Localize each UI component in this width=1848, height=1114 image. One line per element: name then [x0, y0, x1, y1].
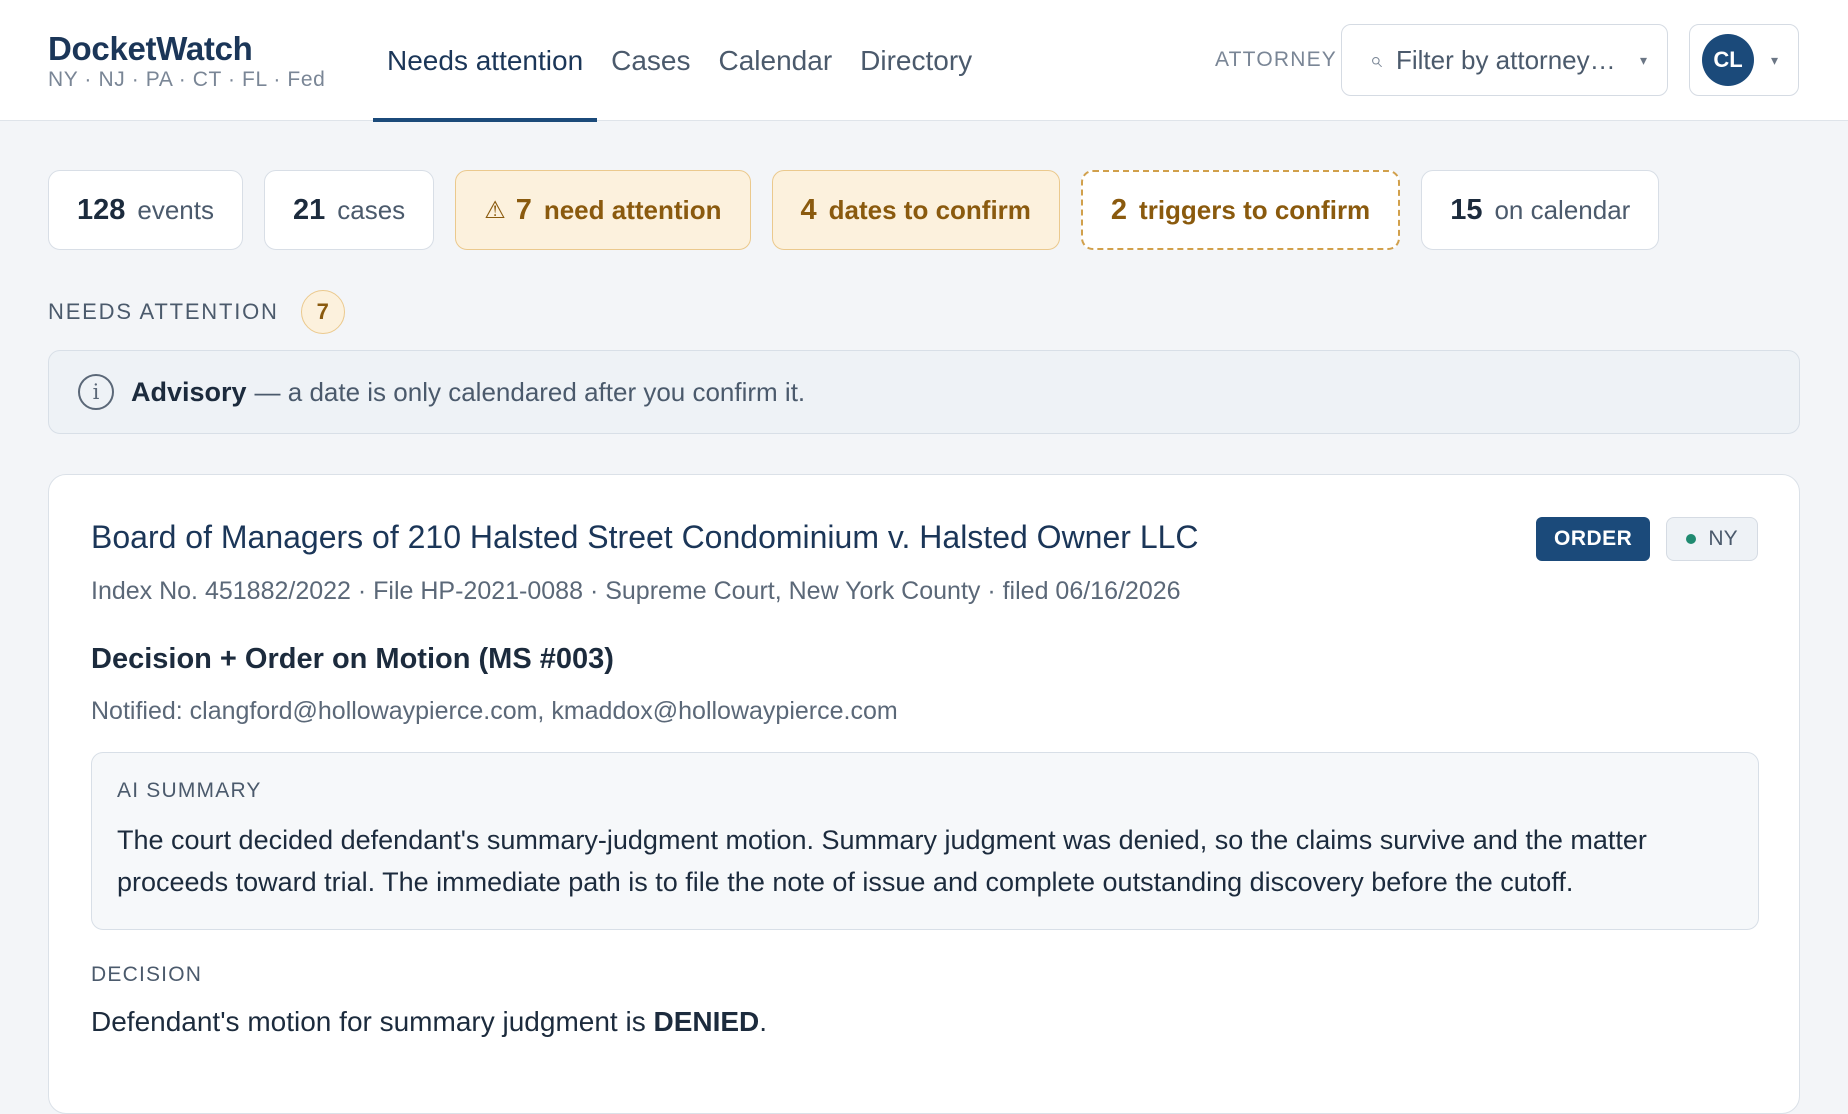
advisory-title: Advisory [131, 376, 247, 407]
stat-on-calendar[interactable]: 15 on calendar [1421, 170, 1660, 250]
status-dot-icon [1686, 534, 1697, 544]
section-header: NEEDS ATTENTION 7 [48, 290, 345, 334]
stat-label: events [137, 194, 214, 225]
advisory-banner: i Advisory — a date is only calendared a… [48, 350, 1800, 434]
stat-triggers-to-confirm[interactable]: 2 triggers to confirm [1080, 170, 1401, 250]
attorney-filter-placeholder: Filter by attorney… [1396, 44, 1616, 75]
stat-dates-to-confirm[interactable]: 4 dates to confirm [771, 170, 1060, 250]
decision-text-before: Defendant's motion for summary judgment … [91, 1006, 654, 1037]
user-menu[interactable]: CL ▾ [1689, 24, 1799, 96]
section-title: NEEDS ATTENTION [48, 299, 279, 324]
case-title[interactable]: Board of Managers of 210 Halsted Street … [91, 519, 1199, 556]
warning-icon: ⚠ [484, 196, 506, 224]
event-title: Decision + Order on Motion (MS #003) [91, 643, 614, 675]
chevron-down-icon: ▾ [1639, 51, 1647, 68]
decision-text-after: . [759, 1006, 768, 1037]
stat-number: 4 [800, 193, 817, 226]
stat-number: 128 [77, 193, 126, 226]
stat-label: triggers to confirm [1139, 194, 1371, 225]
decision-label: DECISION [91, 963, 203, 986]
nav-cases[interactable]: Cases [597, 0, 704, 121]
stat-label: need attention [543, 194, 722, 225]
info-icon: i [78, 374, 114, 410]
top-bar: DocketWatch NY · NJ · PA · CT · FL · Fed… [0, 0, 1848, 122]
decision-emphasis: DENIED [653, 1006, 760, 1037]
attorney-label: ATTORNEY [1215, 48, 1338, 71]
ai-summary-box: AI SUMMARY The court decided defendant's… [91, 752, 1759, 930]
stat-label: on calendar [1494, 194, 1631, 225]
notified-list: Notified: clangford@hollowaypierce.com, … [91, 697, 898, 725]
nav-directory[interactable]: Directory [846, 0, 986, 121]
nav-calendar[interactable]: Calendar [705, 0, 847, 121]
stat-events[interactable]: 128 events [48, 170, 243, 250]
stat-cases[interactable]: 21 cases [264, 170, 435, 250]
nav-needs-attention[interactable]: Needs attention [373, 0, 598, 122]
stat-number: 2 [1110, 193, 1128, 226]
stats-bar: 128 events 21 cases ⚠ 7 need attention 4… [48, 170, 1680, 250]
brand[interactable]: DocketWatch NY · NJ · PA · CT · FL · Fed [48, 30, 325, 92]
chevron-down-icon: ▾ [1771, 51, 1779, 68]
decision-text: Defendant's motion for summary judgment … [91, 1006, 767, 1038]
ai-summary-label: AI SUMMARY [117, 779, 262, 802]
event-card: Board of Managers of 210 Halsted Street … [48, 474, 1800, 1114]
main-nav: Needs attention Cases Calendar Directory [373, 0, 986, 122]
stat-number: 15 [1450, 193, 1483, 226]
jurisdiction-label: NY [1708, 527, 1738, 550]
stat-label: dates to confirm [828, 194, 1031, 225]
advisory-text: — a date is only calendared after you co… [254, 376, 806, 407]
avatar: CL [1702, 34, 1754, 86]
search-icon: ⌕ [1369, 47, 1382, 72]
stat-need-attention[interactable]: ⚠ 7 need attention [455, 170, 751, 250]
stat-number: 7 [515, 193, 532, 226]
brand-jurisdictions: NY · NJ · PA · CT · FL · Fed [48, 68, 326, 91]
jurisdiction-badge: NY [1666, 517, 1758, 561]
ai-summary-text: The court decided defendant's summary-ju… [117, 825, 1647, 897]
brand-name: DocketWatch [48, 30, 253, 67]
attorney-filter-select[interactable]: ⌕ Filter by attorney… ▾ [1341, 24, 1668, 96]
stat-label: cases [337, 194, 406, 225]
count-badge: 7 [300, 290, 345, 334]
stat-number: 21 [293, 193, 326, 226]
case-meta: Index No. 451882/2022 · File HP-2021-008… [91, 577, 1181, 605]
event-type-badge: ORDER [1536, 517, 1651, 561]
